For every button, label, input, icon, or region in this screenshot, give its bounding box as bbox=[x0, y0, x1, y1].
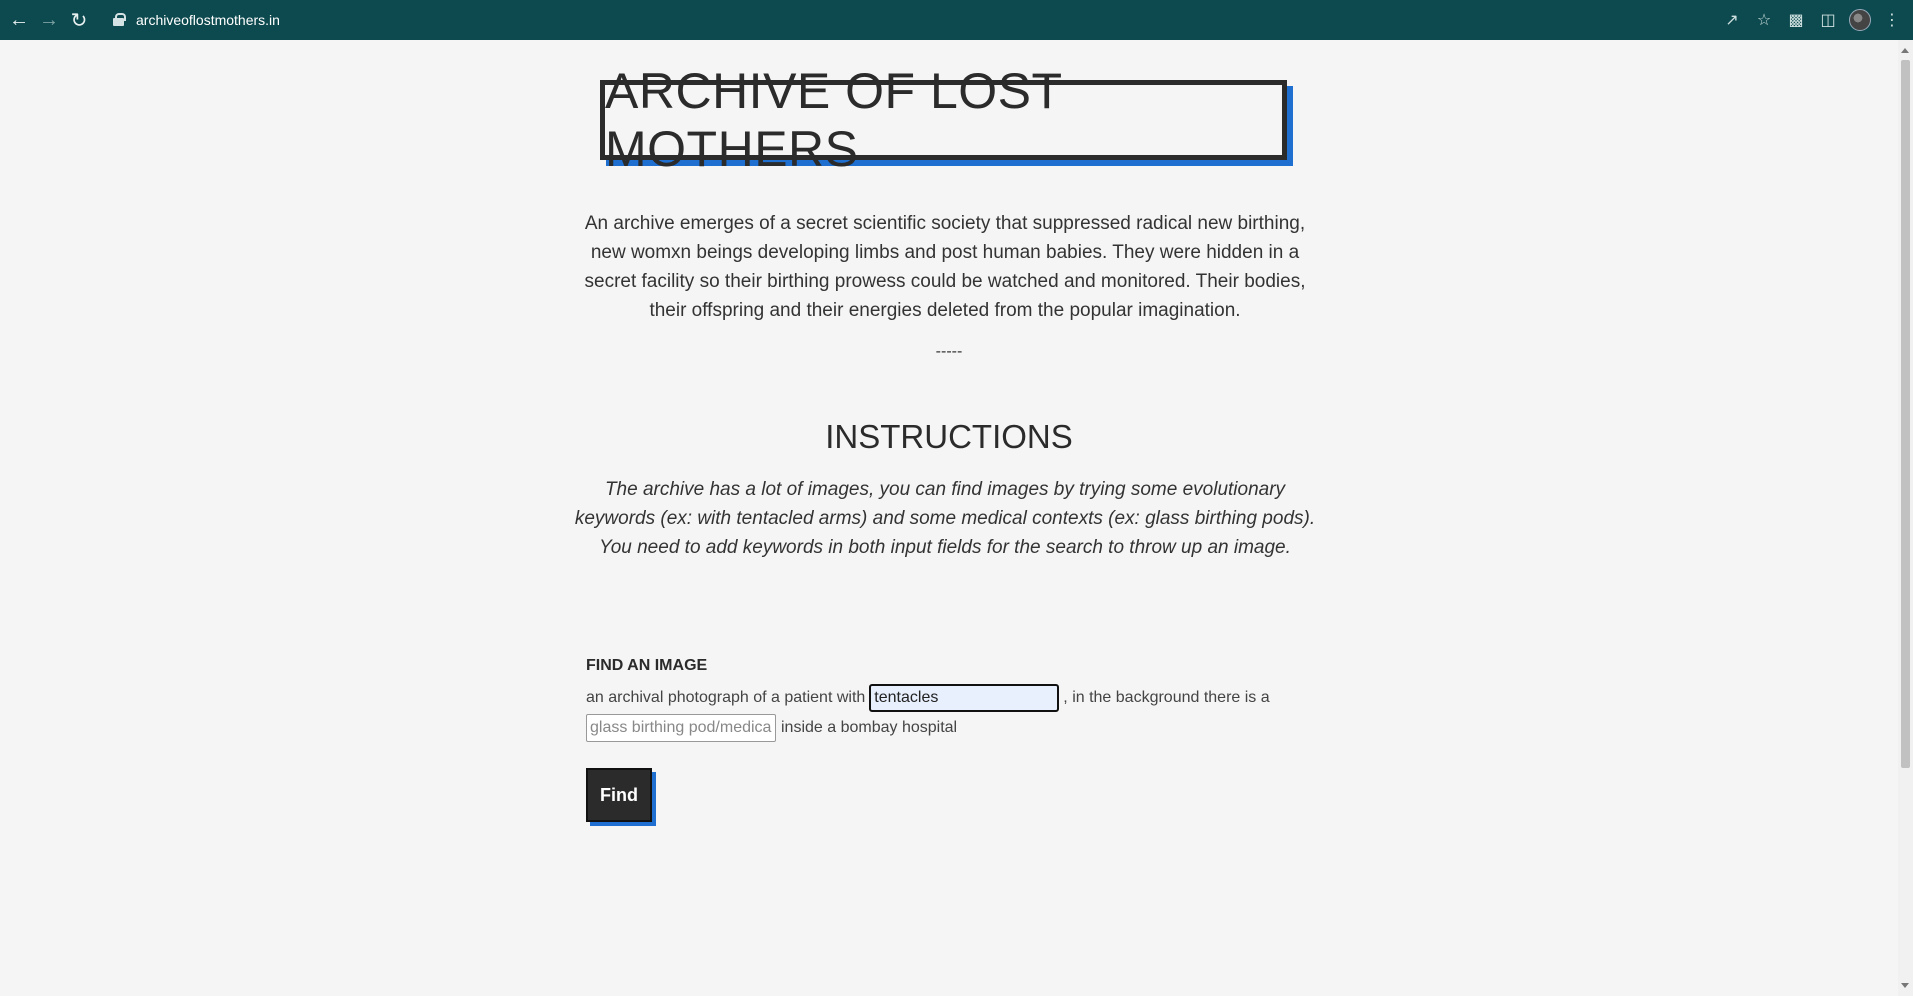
search-sentence-line-1: an archival photograph of a patient with… bbox=[586, 684, 1270, 712]
browser-actions: ↗ ☆ ▩ ◫ ⋮ bbox=[1717, 0, 1907, 40]
scroll-up-arrow-icon[interactable] bbox=[1901, 48, 1909, 53]
scroll-thumb[interactable] bbox=[1901, 60, 1910, 768]
share-icon[interactable]: ↗ bbox=[1717, 5, 1747, 35]
instructions-heading: INSTRUCTIONS bbox=[825, 418, 1073, 455]
context-input[interactable] bbox=[586, 714, 776, 742]
intro-paragraph: An archive emerges of a secret scientifi… bbox=[584, 213, 1306, 321]
keyword-input[interactable] bbox=[869, 684, 1060, 712]
address-bar[interactable]: archiveoflostmothers.in bbox=[100, 6, 1780, 34]
page-scrollbar[interactable] bbox=[1898, 40, 1913, 996]
side-panel-icon[interactable]: ◫ bbox=[1813, 5, 1843, 35]
url-text[interactable]: archiveoflostmothers.in bbox=[136, 12, 280, 28]
profile-avatar[interactable] bbox=[1845, 5, 1875, 35]
menu-dots-icon[interactable]: ⋮ bbox=[1877, 5, 1907, 35]
sentence-middle: , in the background there is a bbox=[1063, 689, 1270, 706]
browser-toolbar: ← → ↻ archiveoflostmothers.in ↗ ☆ ▩ ◫ ⋮ bbox=[0, 0, 1913, 40]
divider-text: ----- bbox=[935, 343, 963, 360]
page-content: ARCHIVE OF LOST MOTHERS An archive emerg… bbox=[0, 40, 1898, 996]
instructions-body: The archive has a lot of images, you can… bbox=[574, 479, 1316, 558]
search-sentence-line-2: inside a bombay hospital bbox=[586, 714, 957, 742]
forward-arrow-icon[interactable]: → bbox=[34, 5, 64, 35]
star-icon[interactable]: ☆ bbox=[1749, 5, 1779, 35]
reload-icon[interactable]: ↻ bbox=[64, 5, 94, 35]
extensions-puzzle-icon[interactable]: ▩ bbox=[1781, 5, 1811, 35]
find-button[interactable]: Find bbox=[586, 768, 652, 822]
site-title: ARCHIVE OF LOST MOTHERS bbox=[605, 63, 1062, 177]
sentence-suffix: inside a bombay hospital bbox=[781, 719, 958, 736]
scroll-down-arrow-icon[interactable] bbox=[1901, 983, 1909, 988]
find-image-heading: FIND AN IMAGE bbox=[586, 657, 708, 674]
site-title-box: ARCHIVE OF LOST MOTHERS bbox=[600, 63, 1287, 177]
sentence-prefix: an archival photograph of a patient with bbox=[586, 689, 866, 706]
back-arrow-icon[interactable]: ← bbox=[4, 5, 34, 35]
lock-icon[interactable] bbox=[112, 13, 126, 27]
